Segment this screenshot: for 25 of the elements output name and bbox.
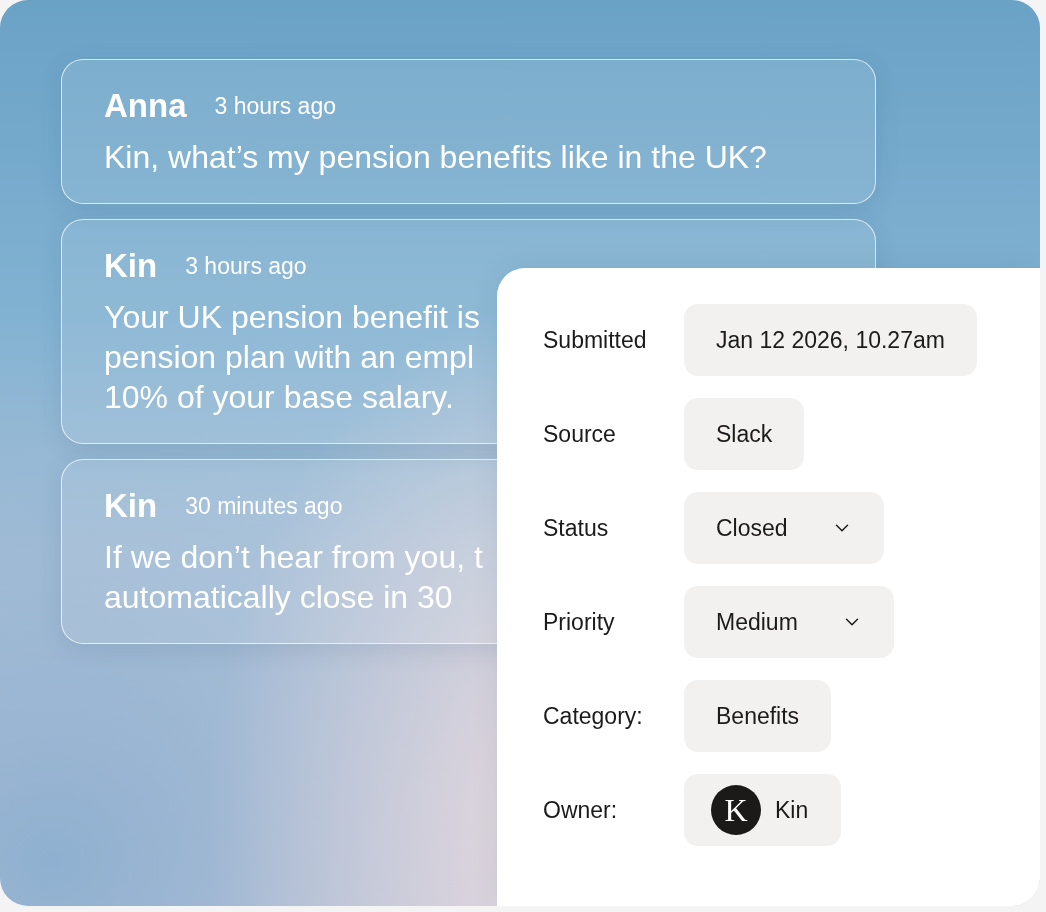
- field-label: Priority: [543, 607, 616, 637]
- avatar: K: [711, 785, 761, 835]
- field-value: Benefits: [684, 680, 832, 752]
- message-time: 30 minutes ago: [185, 492, 343, 521]
- message-time: 3 hours ago: [214, 92, 336, 121]
- sender-name: Anna: [104, 88, 187, 124]
- dropdown[interactable]: Closed: [684, 492, 884, 564]
- field-value: Jan 12 2026, 10.27am: [684, 304, 977, 376]
- sender-name: Kin: [104, 488, 158, 524]
- message-text-line: automatically close in 30: [104, 578, 453, 617]
- field-label: Category:: [543, 701, 644, 731]
- message-text-line: If we don’t hear from you, t: [104, 538, 483, 577]
- message-time: 3 hours ago: [185, 252, 307, 281]
- field-label: Submitted: [543, 325, 648, 355]
- message-text-line: 10% of your base salary.: [104, 378, 454, 417]
- field-label: Owner:: [543, 795, 619, 825]
- sender-name: Kin: [104, 248, 158, 284]
- message-text-line: Your UK pension benefit is: [104, 298, 480, 337]
- dropdown[interactable]: Medium: [684, 586, 894, 658]
- owner-chip[interactable]: K Kin: [684, 774, 842, 846]
- message-text-line: Kin, what’s my pension benefits like in the UK?: [104, 138, 767, 177]
- field-label: Status: [543, 513, 610, 543]
- message-text-line: pension plan with an empl: [104, 338, 474, 377]
- field-label: Source: [543, 419, 617, 449]
- field-value: Slack: [684, 398, 805, 470]
